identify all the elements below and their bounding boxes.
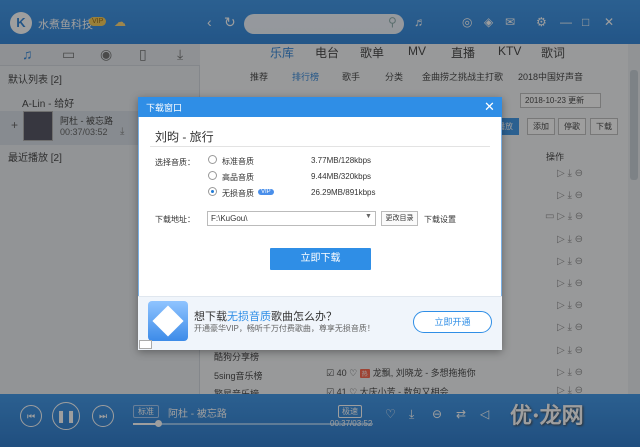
dialog-title-bar [138,97,502,117]
path-input[interactable]: F:\KuGou\ [207,211,376,226]
divider [150,146,490,147]
close-icon[interactable]: ✕ [484,99,495,115]
radio-lossless[interactable] [208,187,217,196]
quality-standard-label: 标准音质 [222,157,254,166]
radio-high[interactable] [208,171,217,180]
quality-high-size: 9.44MB/320kbps [311,172,372,181]
path-label: 下载地址： [155,215,195,224]
promo-subtitle: 开通豪华VIP，畅听千万付费歌曲，尊享无损音质！ [194,324,375,333]
quality-lossless-label: 无损音质 [222,189,254,198]
promo-title: 想下载无损音质歌曲怎么办？ [194,311,337,323]
open-vip-button[interactable]: 立即开通 [413,311,492,333]
quality-standard-size: 3.77MB/128kbps [311,156,372,165]
quality-high-label: 高品音质 [222,173,254,182]
chevron-down-icon[interactable]: ▼ [365,213,372,220]
quality-lossless-size: 26.29MB/891kbps [311,188,376,197]
mini-window-icon[interactable] [139,340,152,349]
vip-tag: VIP [258,189,274,195]
dialog-song-title: 刘昀 - 旅行 [155,130,214,144]
radio-standard[interactable] [208,155,217,164]
download-now-button[interactable]: 立即下载 [270,248,371,270]
dialog-title: 下载窗口 [146,103,183,113]
download-settings-link[interactable]: 下载设置 [424,214,456,225]
quality-label: 选择音质： [155,158,195,167]
change-dir-button[interactable]: 更改目录 [381,211,418,226]
